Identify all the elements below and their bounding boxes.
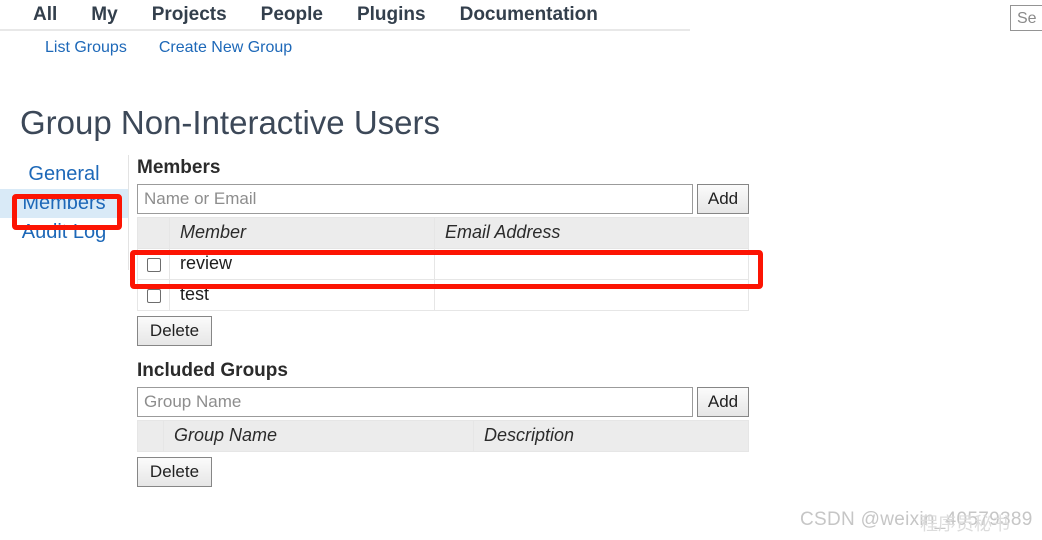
included-groups-add-button[interactable]: Add	[697, 386, 749, 417]
members-heading: Members	[137, 157, 221, 178]
group-name-input[interactable]	[137, 386, 693, 417]
search-input[interactable]	[1010, 5, 1042, 31]
included-groups-table: Group Name Description	[137, 419, 749, 452]
page-title: Group Non-Interactive Users	[20, 104, 440, 142]
sub-nav-create-new-group[interactable]: Create New Group	[159, 39, 292, 57]
sub-nav-list-groups[interactable]: List Groups	[45, 39, 127, 57]
side-tab-general[interactable]: General	[0, 160, 128, 189]
side-tabs: General Members Audit Log	[0, 160, 128, 247]
members-row-checkbox-cell	[137, 278, 170, 311]
members-row-email	[434, 278, 749, 311]
nav-item-projects[interactable]: Projects	[152, 5, 227, 24]
checkbox-icon[interactable]	[146, 257, 161, 272]
members-col-email: Email Address	[434, 216, 749, 249]
included-groups-col-description: Description	[473, 419, 749, 452]
members-add-row: Add	[137, 183, 749, 214]
members-table-header-row: Member Email Address	[137, 216, 749, 249]
members-row-member: test	[169, 278, 435, 311]
members-select-all-header	[137, 216, 170, 249]
nav-item-all[interactable]: All	[33, 5, 57, 24]
nav-item-people[interactable]: People	[261, 5, 323, 24]
primary-navigation: All My Projects People Plugins Documenta…	[0, 0, 690, 31]
member-name-or-email-input[interactable]	[137, 183, 693, 214]
members-table: Member Email Address review test	[137, 216, 749, 311]
members-col-member: Member	[169, 216, 435, 249]
csdn-watermark-overlay: 程序员秘书	[920, 514, 1010, 534]
members-row-checkbox-cell	[137, 247, 170, 280]
members-row-member: review	[169, 247, 435, 280]
included-groups-col-group-name: Group Name	[163, 419, 474, 452]
nav-item-documentation[interactable]: Documentation	[460, 5, 598, 24]
members-add-button[interactable]: Add	[697, 183, 749, 214]
members-row-email	[434, 247, 749, 280]
side-tab-members[interactable]: Members	[0, 189, 128, 218]
table-row[interactable]: test	[137, 278, 749, 311]
included-groups-delete-button[interactable]: Delete	[137, 456, 212, 487]
checkbox-icon[interactable]	[146, 288, 161, 303]
included-groups-table-header-row: Group Name Description	[137, 419, 749, 452]
table-row[interactable]: review	[137, 247, 749, 280]
side-tab-audit-log[interactable]: Audit Log	[0, 218, 128, 247]
side-tabs-divider	[128, 155, 129, 270]
nav-item-my[interactable]: My	[91, 5, 117, 24]
included-groups-select-all-header	[137, 419, 164, 452]
members-delete-button[interactable]: Delete	[137, 315, 212, 346]
primary-navigation-list: All My Projects People Plugins Documenta…	[0, 0, 690, 29]
included-groups-add-row: Add	[137, 386, 749, 417]
included-groups-heading: Included Groups	[137, 359, 288, 381]
secondary-navigation: List Groups Create New Group	[0, 34, 690, 62]
nav-item-plugins[interactable]: Plugins	[357, 5, 426, 24]
main-panel: Members Add Member Email Address review	[137, 157, 749, 487]
